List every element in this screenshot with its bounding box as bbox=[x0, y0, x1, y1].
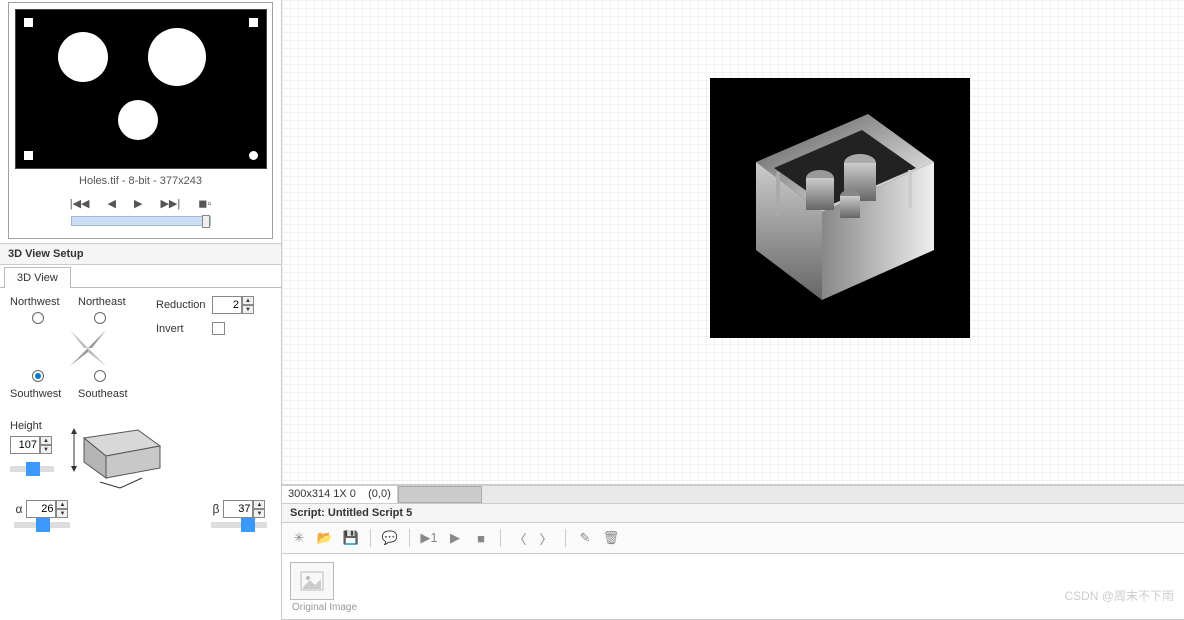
play-script-icon[interactable]: ▶ bbox=[444, 527, 466, 549]
next-step-icon[interactable]: 〉 bbox=[535, 527, 557, 549]
radio-southeast[interactable] bbox=[94, 370, 106, 382]
beta-down[interactable]: ▼ bbox=[253, 509, 265, 518]
reduction-label: Reduction bbox=[156, 299, 206, 311]
tab-3d-view[interactable]: 3D View bbox=[4, 267, 71, 288]
play-icon[interactable]: ▶ bbox=[134, 197, 142, 210]
radio-northwest[interactable] bbox=[32, 312, 44, 324]
beta-label: β bbox=[213, 502, 220, 516]
invert-checkbox[interactable] bbox=[212, 322, 225, 335]
height-label: Height bbox=[10, 420, 54, 432]
height-up[interactable]: ▲ bbox=[40, 436, 52, 445]
preview-caption: Holes.tif - 8-bit - 377x243 bbox=[15, 175, 266, 187]
edit-icon[interactable]: ✎ bbox=[574, 527, 596, 549]
save-icon[interactable]: 💾 bbox=[340, 527, 362, 549]
loop-icon[interactable]: ◼▫ bbox=[198, 197, 211, 210]
script-title: Script: Untitled Script 5 bbox=[282, 503, 1184, 523]
new-icon[interactable]: ✳ bbox=[288, 527, 310, 549]
comment-icon[interactable]: 💬 bbox=[379, 527, 401, 549]
reduction-down[interactable]: ▼ bbox=[242, 305, 254, 314]
cube-illustration-icon bbox=[60, 420, 170, 490]
alpha-up[interactable]: ▲ bbox=[56, 500, 68, 509]
direction-selector: Northwest Northeast Southwest Southeast bbox=[10, 296, 150, 406]
height-down[interactable]: ▼ bbox=[40, 445, 52, 454]
alpha-label: α bbox=[16, 502, 23, 516]
run-icon[interactable]: ▶1 bbox=[418, 527, 440, 549]
height-slider[interactable] bbox=[10, 466, 54, 472]
preview-panel: Holes.tif - 8-bit - 377x243 |◀◀ ◀ ▶ ▶▶| … bbox=[8, 2, 273, 239]
reduction-input[interactable] bbox=[212, 296, 242, 314]
invert-label: Invert bbox=[156, 323, 206, 335]
thumbnail-label: Original Image bbox=[292, 602, 1178, 613]
status-info: 300x314 1X 0 (0,0) bbox=[282, 486, 398, 503]
first-icon[interactable]: |◀◀ bbox=[70, 197, 90, 210]
open-icon[interactable]: 📂 bbox=[314, 527, 336, 549]
prev-icon[interactable]: ◀ bbox=[108, 197, 116, 210]
script-toolbar: ✳ 📂 💾 💬 ▶1 ▶ ■ 〈 〉 ✎ 🗑 bbox=[282, 523, 1184, 554]
beta-slider[interactable] bbox=[211, 522, 267, 528]
playback-slider[interactable] bbox=[71, 216, 211, 226]
alpha-slider[interactable] bbox=[14, 522, 70, 528]
alpha-input[interactable] bbox=[26, 500, 56, 518]
label-northeast: Northeast bbox=[78, 296, 126, 308]
preview-image bbox=[15, 9, 267, 169]
last-icon[interactable]: ▶▶| bbox=[160, 197, 180, 210]
horizontal-scrollbar[interactable] bbox=[398, 486, 1184, 503]
alpha-down[interactable]: ▼ bbox=[56, 509, 68, 518]
delete-icon[interactable]: 🗑 bbox=[600, 527, 622, 549]
reduction-up[interactable]: ▲ bbox=[242, 296, 254, 305]
label-southwest: Southwest bbox=[10, 388, 61, 400]
beta-up[interactable]: ▲ bbox=[253, 500, 265, 509]
stop-icon[interactable]: ■ bbox=[470, 527, 492, 549]
radio-southwest[interactable] bbox=[32, 370, 44, 382]
thumbnail-original[interactable] bbox=[290, 562, 334, 600]
label-southeast: Southeast bbox=[78, 388, 128, 400]
direction-star-icon bbox=[58, 318, 118, 378]
image-placeholder-icon bbox=[300, 571, 324, 591]
height-input[interactable] bbox=[10, 436, 40, 454]
section-title: 3D View Setup bbox=[0, 243, 281, 265]
watermark: CSDN @周末不下雨 bbox=[1064, 587, 1174, 604]
prev-step-icon[interactable]: 〈 bbox=[509, 527, 531, 549]
playback-controls: |◀◀ ◀ ▶ ▶▶| ◼▫ bbox=[15, 197, 266, 210]
thumbnail-area: Original Image bbox=[282, 554, 1184, 620]
render-output bbox=[710, 78, 970, 338]
beta-input[interactable] bbox=[223, 500, 253, 518]
label-northwest: Northwest bbox=[10, 296, 60, 308]
canvas-area[interactable] bbox=[282, 0, 1184, 485]
